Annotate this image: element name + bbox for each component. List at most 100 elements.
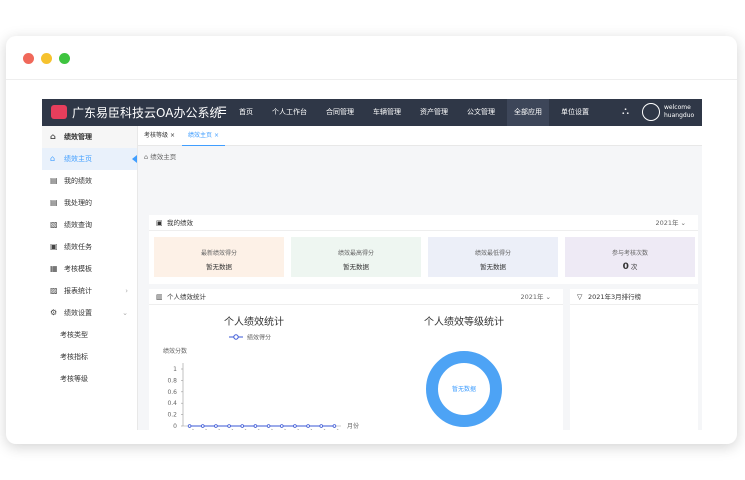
sidebar-subitem-assessment-level[interactable]: 考核等级 bbox=[42, 368, 137, 390]
y-tick-label: 0.8 bbox=[167, 377, 177, 384]
user-name: huangduo bbox=[664, 112, 695, 119]
y-axis-label: 绩效分数 bbox=[163, 347, 187, 355]
sidebar-item-tasks[interactable]: ▣ 绩效任务 bbox=[42, 236, 137, 258]
user-menu[interactable]: welcome huangduo bbox=[664, 104, 694, 120]
home-icon: ⌂ bbox=[50, 132, 56, 141]
org-chart-icon[interactable]: ⛬ bbox=[622, 106, 629, 117]
year-value: 2021年 bbox=[520, 293, 544, 301]
nav-home[interactable]: 首页 bbox=[232, 99, 260, 126]
line-chart-title: 个人绩效统计 bbox=[224, 315, 284, 328]
legend-marker bbox=[233, 334, 239, 340]
close-dot-icon[interactable] bbox=[23, 53, 34, 64]
nav-assets[interactable]: 资产管理 bbox=[413, 99, 455, 126]
stat-value: 暂无数据 bbox=[343, 263, 369, 271]
data-point bbox=[240, 424, 245, 428]
stat-label: 最新绩效得分 bbox=[200, 250, 237, 257]
sidebar-item-label: 报表统计 bbox=[64, 287, 92, 295]
sidebar-item-performance-home[interactable]: ⌂ 绩效主页 bbox=[42, 148, 137, 170]
close-icon[interactable]: × bbox=[170, 132, 175, 139]
sidebar-item-my-performance[interactable]: ▤ 我的绩效 bbox=[42, 170, 137, 192]
nav-all-apps[interactable]: 全部应用 bbox=[507, 99, 549, 126]
y-tick-label: 0.6 bbox=[167, 389, 177, 396]
sidebar-item-label: 绩效查询 bbox=[64, 221, 92, 229]
sidebar-item-label: 我的绩效 bbox=[64, 177, 92, 185]
data-point bbox=[279, 424, 284, 428]
bar-chart-icon: ▥ bbox=[156, 293, 163, 301]
sidebar-item-label: 我处理的 bbox=[64, 199, 92, 207]
tab-label: 考核等级 bbox=[144, 132, 169, 139]
y-tick-label: 1 bbox=[173, 366, 177, 373]
sidebar-item-reports[interactable]: ▨ 报表统计 › bbox=[42, 280, 137, 302]
sidebar-item-templates[interactable]: ▦ 考核模板 bbox=[42, 258, 137, 280]
window-chrome bbox=[6, 36, 737, 80]
year-value: 2021年 bbox=[655, 219, 679, 227]
data-point bbox=[200, 424, 205, 428]
chevron-down-icon: ⌄ bbox=[122, 309, 128, 317]
stat-value: 0 bbox=[622, 262, 629, 272]
donut-chart-title: 个人绩效等级统计 bbox=[424, 315, 504, 328]
year-select[interactable]: 2021年 ⌄ bbox=[520, 289, 551, 305]
trophy-icon: ▽ bbox=[577, 293, 583, 301]
nav-documents[interactable]: 公文管理 bbox=[460, 99, 502, 126]
selected-marker bbox=[132, 155, 137, 163]
nav-vehicles[interactable]: 车辆管理 bbox=[366, 99, 408, 126]
legend-label: 绩效得分 bbox=[247, 334, 271, 342]
nav-workbench[interactable]: 个人工作台 bbox=[265, 99, 314, 126]
avatar[interactable] bbox=[642, 103, 660, 121]
ranking-card: ▽ 2021年3月排行榜 bbox=[570, 289, 698, 430]
data-point bbox=[214, 424, 218, 428]
stat-unit: 次 bbox=[630, 263, 638, 271]
stat-label: 绩效最低得分 bbox=[474, 250, 511, 257]
menu-toggle-icon[interactable]: ☰ bbox=[218, 106, 227, 117]
tab-assessment-level[interactable]: 考核等级 × bbox=[138, 126, 181, 146]
doc-icon: ▤ bbox=[50, 176, 58, 185]
cloud-logo-icon bbox=[51, 105, 67, 119]
nav-contracts[interactable]: 合同管理 bbox=[319, 99, 361, 126]
template-icon: ▦ bbox=[50, 264, 58, 273]
card-header: ▥ 个人绩效统计 2021年 ⌄ bbox=[149, 289, 563, 305]
minimize-dot-icon[interactable] bbox=[41, 53, 52, 64]
sidebar-item-label: 绩效设置 bbox=[64, 309, 92, 317]
data-point bbox=[332, 424, 337, 428]
close-icon[interactable]: × bbox=[214, 132, 219, 139]
nav-unit-settings[interactable]: 单位设置 bbox=[554, 99, 596, 126]
report-icon: ▨ bbox=[50, 286, 58, 295]
sidebar-header[interactable]: ⌂ 绩效管理 bbox=[42, 126, 137, 148]
doc-icon: ▤ bbox=[50, 198, 58, 207]
y-tick-label: 0.2 bbox=[167, 412, 177, 419]
card-title: 个人绩效统计 bbox=[167, 293, 206, 301]
sidebar-item-query[interactable]: ▧ 绩效查询 bbox=[42, 214, 137, 236]
stat-highest-score: 绩效最高得分 暂无数据 bbox=[291, 237, 421, 277]
card-title: 2021年3月排行榜 bbox=[588, 293, 642, 301]
breadcrumb-label: 绩效主页 bbox=[150, 153, 177, 161]
search-doc-icon: ▧ bbox=[50, 220, 58, 229]
top-bar: 广东易臣科技云OA办公系统 ☰ 首页 个人工作台 合同管理 车辆管理 资产管理 … bbox=[42, 99, 702, 126]
tab-performance-home[interactable]: 绩效主页 × bbox=[182, 126, 225, 146]
tab-bar: 考核等级 × 绩效主页 × bbox=[138, 126, 702, 146]
x-axis-label: 月份 bbox=[347, 422, 359, 430]
stat-lowest-score: 绩效最低得分 暂无数据 bbox=[428, 237, 558, 277]
sidebar-item-processed[interactable]: ▤ 我处理的 bbox=[42, 192, 137, 214]
data-point bbox=[227, 424, 231, 428]
y-tick-label: 0.4 bbox=[167, 400, 177, 407]
tab-label: 绩效主页 bbox=[188, 132, 213, 139]
stat-assessment-count: 参与考核次数 0 次 bbox=[565, 237, 695, 277]
breadcrumb: ⌂ 绩效主页 bbox=[138, 146, 702, 168]
year-select[interactable]: 2021年 ⌄ bbox=[655, 215, 686, 231]
my-performance-card: ▣ 我的绩效 2021年 ⌄ 最新绩效得分 暂无数据 绩效最高得分 暂无数据 绩… bbox=[149, 215, 698, 284]
card-header: ▣ 我的绩效 2021年 ⌄ bbox=[149, 215, 698, 231]
sidebar-subitem-assessment-index[interactable]: 考核指标 bbox=[42, 346, 137, 368]
top-nav: 首页 个人工作台 合同管理 车辆管理 资产管理 公文管理 全部应用 单位设置 bbox=[232, 99, 601, 126]
card-header: ▽ 2021年3月排行榜 bbox=[570, 289, 698, 305]
data-point bbox=[293, 424, 297, 428]
maximize-dot-icon[interactable] bbox=[59, 53, 70, 64]
app-title: 广东易臣科技云OA办公系统 bbox=[72, 106, 222, 120]
charts-svg: 个人绩效统计绩效得分绩效分数00.20.40.60.81月份2021-01202… bbox=[163, 315, 504, 430]
donut-center-label: 暂无数据 bbox=[452, 385, 476, 393]
welcome-text: welcome bbox=[664, 104, 691, 111]
chevron-right-icon: › bbox=[125, 287, 128, 295]
sidebar-item-label: 绩效主页 bbox=[64, 155, 92, 163]
sidebar-item-settings[interactable]: ⚙ 绩效设置 ⌄ bbox=[42, 302, 137, 324]
sidebar-subitem-assessment-type[interactable]: 考核类型 bbox=[42, 324, 137, 346]
home-icon: ⌂ bbox=[144, 153, 149, 161]
